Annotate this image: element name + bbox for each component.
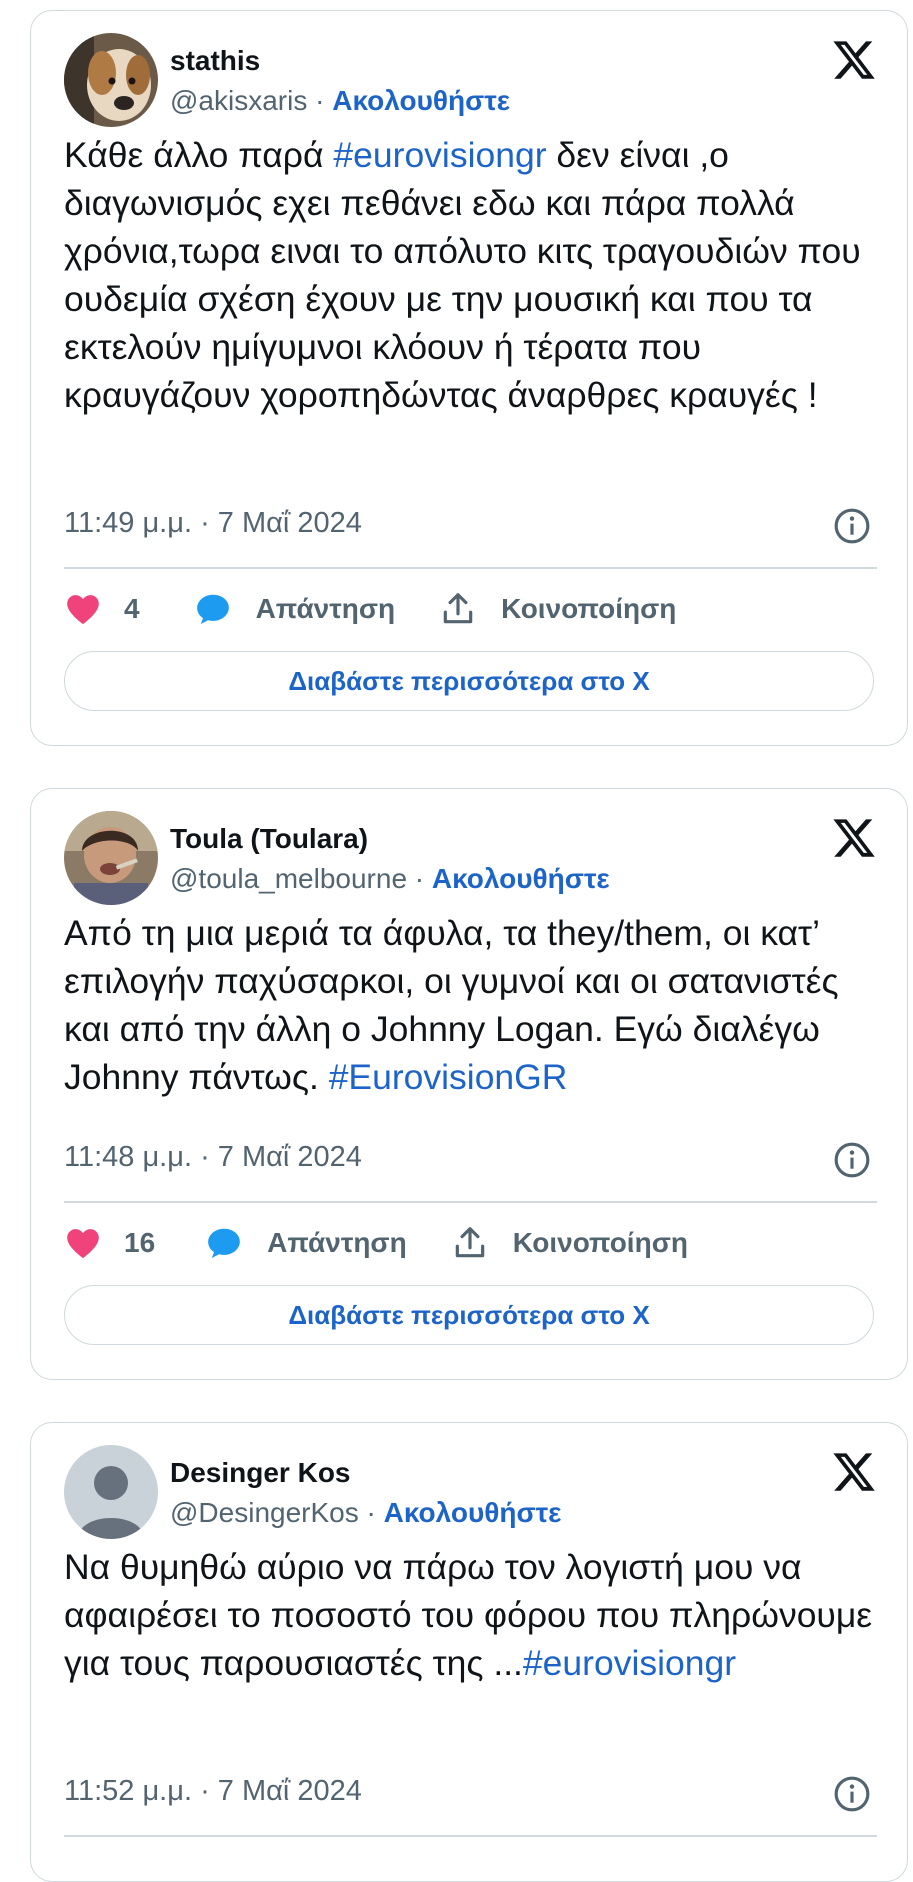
tweet-text-part: Κάθε άλλο παρά — [64, 135, 334, 175]
read-more-button[interactable]: Διαβάστε περισσότερα στο X — [64, 651, 874, 711]
like-count[interactable]: 16 — [124, 1227, 155, 1259]
handle-line: @DesingerKos · Ακολουθήστε — [170, 1497, 561, 1529]
tweet-card: Desinger Kos @DesingerKos · Ακολουθήστε … — [30, 1422, 908, 1882]
hashtag-link[interactable]: #eurovisiongr — [523, 1643, 736, 1683]
separator: · — [358, 1497, 384, 1528]
heart-icon[interactable] — [64, 1224, 102, 1262]
reply-bubble-icon[interactable] — [205, 1224, 243, 1262]
tweet-card: Toula (Toulara) @toula_melbourne · Ακολο… — [30, 788, 908, 1380]
follow-link[interactable]: Ακολουθήστε — [332, 85, 510, 116]
avatar[interactable] — [64, 811, 158, 905]
tweet-card: stathis @akisxaris · Ακολουθήστε Κάθε άλ… — [30, 10, 908, 746]
tweet-text: Κάθε άλλο παρά #eurovisiongr δεν είναι ,… — [64, 131, 894, 419]
handle-line: @akisxaris · Ακολουθήστε — [170, 85, 510, 117]
timestamp[interactable]: 11:48 μ.μ. · 7 Μαΐ 2024 — [64, 1141, 362, 1174]
like-count[interactable]: 4 — [124, 593, 140, 625]
hashtag-link[interactable]: #EurovisionGR — [329, 1057, 568, 1097]
display-name[interactable]: Desinger Kos — [170, 1457, 351, 1489]
avatar[interactable] — [64, 1445, 158, 1539]
tweet-text: Να θυμηθώ αύριο να πάρω τον λογιστή μου … — [64, 1543, 894, 1687]
display-name[interactable]: stathis — [170, 45, 260, 77]
handle[interactable]: @toula_melbourne — [170, 863, 407, 894]
share-upload-icon[interactable] — [451, 1224, 489, 1262]
reply-bubble-icon[interactable] — [194, 590, 232, 628]
x-logo-icon[interactable] — [831, 37, 877, 83]
share-upload-icon[interactable] — [439, 590, 477, 628]
hashtag-link[interactable]: #eurovisiongr — [333, 135, 546, 175]
timestamp[interactable]: 11:52 μ.μ. · 7 Μαΐ 2024 — [64, 1775, 362, 1808]
default-avatar-icon — [64, 1445, 158, 1539]
share-button[interactable]: Κοινοποίηση — [513, 1227, 688, 1259]
separator: · — [307, 85, 333, 116]
info-icon[interactable] — [833, 507, 871, 545]
info-icon[interactable] — [833, 1141, 871, 1179]
reply-button[interactable]: Απάντηση — [267, 1227, 407, 1259]
x-logo-icon[interactable] — [831, 815, 877, 861]
avatar[interactable] — [64, 33, 158, 127]
read-more-button[interactable]: Διαβάστε περισσότερα στο X — [64, 1285, 874, 1345]
heart-icon[interactable] — [64, 590, 102, 628]
tweet-text-part: Να θυμηθώ αύριο να πάρω τον λογιστή μου … — [64, 1547, 873, 1683]
info-icon[interactable] — [833, 1775, 871, 1813]
separator: · — [407, 863, 432, 894]
x-logo-icon[interactable] — [831, 1449, 877, 1495]
tweet-text: Από τη μια μεριά τα άφυλα, τα they/them,… — [64, 909, 894, 1101]
timestamp[interactable]: 11:49 μ.μ. · 7 Μαΐ 2024 — [64, 507, 362, 540]
handle[interactable]: @akisxaris — [170, 85, 307, 116]
handle[interactable]: @DesingerKos — [170, 1497, 359, 1528]
handle-line: @toula_melbourne · Ακολουθήστε — [170, 863, 610, 895]
divider — [64, 1835, 877, 1837]
action-bar: 4 Απάντηση Κοινοποίηση — [64, 589, 676, 629]
divider — [64, 567, 877, 569]
follow-link[interactable]: Ακολουθήστε — [432, 863, 610, 894]
divider — [64, 1201, 877, 1203]
share-button[interactable]: Κοινοποίηση — [501, 593, 676, 625]
action-bar: 16 Απάντηση Κοινοποίηση — [64, 1223, 688, 1263]
follow-link[interactable]: Ακολουθήστε — [384, 1497, 562, 1528]
reply-button[interactable]: Απάντηση — [256, 593, 396, 625]
display-name[interactable]: Toula (Toulara) — [170, 823, 368, 855]
tweet-text-part: δεν είναι ,ο διαγωνισμός εχει πεθάνει εδ… — [64, 135, 861, 415]
